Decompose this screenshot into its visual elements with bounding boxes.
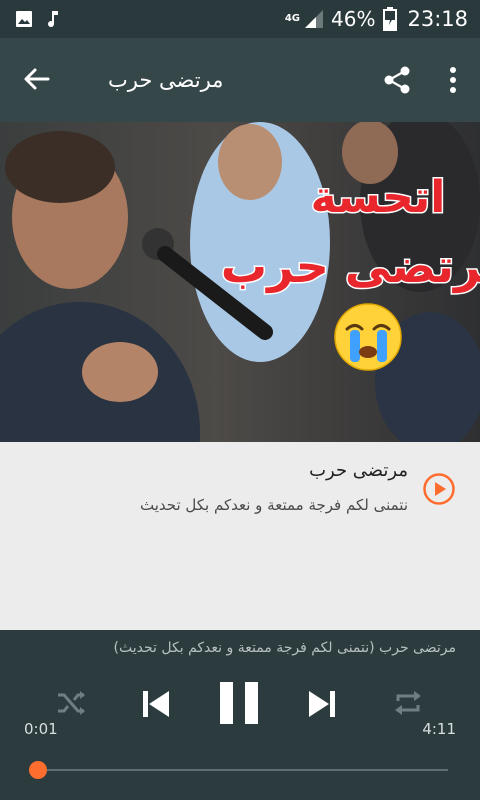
- share-icon[interactable]: [382, 65, 412, 95]
- app-toolbar: مرتضى حرب: [0, 38, 480, 122]
- seek-thumb[interactable]: [28, 761, 47, 779]
- notification-icons: [0, 9, 62, 29]
- cover-text-line2: مرتضى حرب: [221, 239, 480, 293]
- seek-bar[interactable]: [36, 769, 448, 771]
- gallery-icon: [16, 11, 32, 27]
- shuffle-icon[interactable]: [56, 690, 86, 716]
- player-panel: مرتضى حرب (نتمنى لكم فرجة ممتعة و نعدكم …: [0, 630, 480, 800]
- arrow-back-icon[interactable]: [20, 64, 52, 96]
- song-list-item[interactable]: مرتضى حرب نتمنى لكم فرجة ممتعة و نعدكم ب…: [0, 442, 480, 630]
- skip-next-icon[interactable]: [306, 688, 338, 720]
- pause-icon[interactable]: [218, 680, 260, 726]
- crying-face-icon: [334, 303, 402, 371]
- song-subtitle: نتمنى لكم فرجة ممتعة و نعدكم بكل تحديث: [140, 496, 408, 514]
- music-note-icon: [48, 11, 58, 28]
- status-bar: 4G 46% 23:18: [0, 0, 480, 38]
- cover-image: اتحسة مرتضى حرب: [0, 122, 480, 442]
- status-time: 23:18: [407, 7, 468, 31]
- song-title: مرتضى حرب: [309, 460, 408, 481]
- signal-icon: [305, 10, 324, 28]
- toolbar-title: مرتضى حرب: [108, 68, 224, 92]
- total-time: 4:11: [422, 720, 456, 738]
- cover-illustration: اتحسة مرتضى حرب: [0, 122, 480, 442]
- current-time: 0:01: [24, 720, 58, 738]
- battery-percent: 46%: [331, 7, 376, 31]
- more-vert-icon[interactable]: [448, 66, 458, 94]
- battery-icon: [383, 7, 398, 31]
- skip-previous-icon[interactable]: [140, 688, 172, 720]
- cover-text-line1: اتحسة: [311, 172, 446, 223]
- play-circle-icon[interactable]: [422, 472, 456, 506]
- repeat-icon[interactable]: [392, 688, 424, 718]
- network-type: 4G: [284, 13, 301, 24]
- now-playing-text: مرتضى حرب (نتمنى لكم فرجة ممتعة و نعدكم …: [113, 640, 456, 656]
